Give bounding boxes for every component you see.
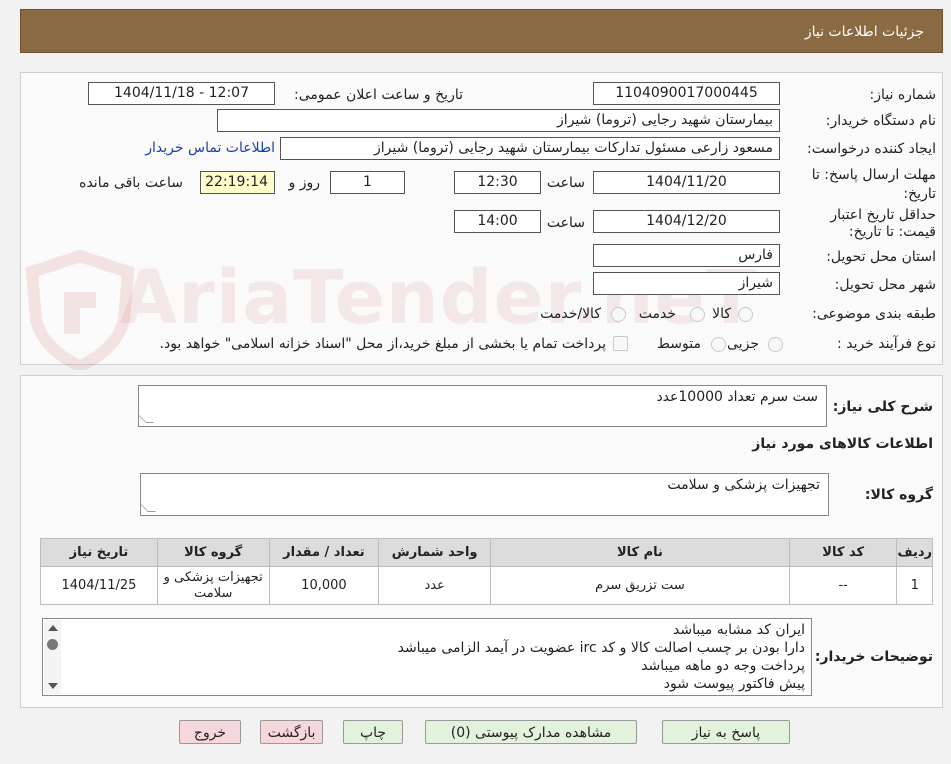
- category-option-goods-service: کالا/خدمت: [540, 306, 601, 322]
- buyer-contact-link[interactable]: اطلاعات تماس خریدار: [145, 140, 275, 156]
- province-label: استان محل تحویل:: [826, 249, 936, 265]
- cell-date: 1404/11/25: [40, 566, 158, 605]
- need-number-label: شماره نیاز:: [869, 87, 937, 103]
- category-option-goods: کالا: [712, 306, 731, 322]
- notes-line: دارا بودن بر چسب اصالت کالا و کد irc عضو…: [397, 640, 805, 656]
- scroll-down-icon[interactable]: [48, 683, 58, 689]
- category-radio-goods[interactable]: [738, 307, 753, 322]
- resize-grip-icon[interactable]: [140, 504, 156, 512]
- category-radio-goods-service[interactable]: [611, 307, 626, 322]
- validity-time-field: 14:00: [454, 210, 541, 233]
- group-field[interactable]: تجهیزات پزشکی و سلامت: [140, 473, 829, 516]
- summary-label: شرح کلی نیاز:: [832, 399, 933, 415]
- treasury-note: پرداخت تمام یا بخشی از مبلغ خرید،از محل …: [159, 336, 606, 352]
- validity-time-label: ساعت: [546, 215, 585, 231]
- attachments-button[interactable]: مشاهده مدارک پیوستی (0): [425, 720, 637, 744]
- validity-date-field: 1404/12/20: [593, 210, 780, 233]
- requester-label: ایجاد کننده درخواست:: [807, 141, 936, 157]
- scroll-up-icon[interactable]: [48, 625, 58, 631]
- process-radio-minor[interactable]: [768, 337, 783, 352]
- scroll-thumb[interactable]: [47, 639, 58, 650]
- process-option-minor: جزیی: [727, 336, 759, 352]
- days-field: 1: [330, 171, 405, 194]
- category-option-service: خدمت: [638, 306, 676, 322]
- category-radio-service[interactable]: [690, 307, 705, 322]
- resize-grip-icon[interactable]: [138, 415, 154, 423]
- announce-label: تاریخ و ساعت اعلان عمومی:: [294, 87, 463, 103]
- print-button[interactable]: چاپ: [343, 720, 403, 744]
- watermark: AriaTender.neT: [120, 255, 758, 341]
- category-label: طبقه بندی موضوعی:: [812, 306, 936, 322]
- buyer-org-label: نام دستگاه خریدار:: [825, 113, 936, 129]
- deadline-date-field: 1404/11/20: [593, 171, 780, 194]
- process-option-medium: متوسط: [657, 336, 701, 352]
- table-header-row: ردیف کد کالا نام کالا واحد شمارش تعداد /…: [40, 538, 933, 567]
- deadline-time-field: 12:30: [454, 171, 541, 194]
- treasury-checkbox[interactable]: [613, 336, 628, 351]
- requester-field: مسعود زارعی مسئول تدارکات بیمارستان شهید…: [280, 137, 780, 160]
- notes-line: پرداخت وجه دو ماهه میباشد: [641, 658, 805, 674]
- deadline-label: مهلت ارسال پاسخ: تا تاریخ:: [811, 167, 936, 202]
- cell-row: 1: [896, 566, 933, 605]
- notes-label: توضیحات خریدار:: [814, 649, 933, 665]
- process-radio-medium[interactable]: [711, 337, 726, 352]
- announce-datetime-field: 1404/11/18 - 12:07: [88, 82, 275, 105]
- col-row: ردیف: [896, 538, 933, 567]
- notes-scrollbar[interactable]: [44, 620, 61, 694]
- reply-button[interactable]: پاسخ به نیاز: [662, 720, 790, 744]
- city-label: شهر محل تحویل:: [834, 277, 936, 293]
- cell-unit: عدد: [378, 566, 492, 605]
- cell-name: ست تزریق سرم: [490, 566, 790, 605]
- goods-info-title: اطلاعات کالاهای مورد نیاز: [752, 436, 933, 452]
- back-button[interactable]: بازگشت: [260, 720, 323, 744]
- validity-label: حداقل تاریخ اعتبار قیمت: تا تاریخ:: [830, 207, 936, 240]
- notes-field[interactable]: ایران کد مشابه میباشد دارا بودن بر چسب ا…: [42, 618, 812, 696]
- items-table: ردیف کد کالا نام کالا واحد شمارش تعداد /…: [40, 538, 933, 605]
- cell-group: تجهیزات پزشکی و سلامت: [156, 566, 270, 605]
- exit-button[interactable]: خروج: [179, 720, 241, 744]
- col-unit: واحد شمارش: [378, 538, 492, 567]
- process-label: نوع فرآیند خرید :: [837, 336, 936, 352]
- buyer-org-field: بیمارستان شهید رجایی (تروما) شیراز: [217, 109, 780, 132]
- summary-field[interactable]: ست سرم تعداد 10000عدد: [138, 385, 827, 427]
- notes-line: ایران کد مشابه میباشد: [673, 622, 805, 638]
- remaining-label: ساعت باقی مانده: [79, 175, 183, 191]
- notes-line: پیش فاکتور پیوست شود: [663, 676, 805, 692]
- deadline-time-label: ساعت: [546, 175, 585, 191]
- need-number-field: 1104090017000445: [593, 82, 780, 105]
- col-qty: تعداد / مقدار: [268, 538, 380, 567]
- days-label: روز و: [288, 175, 321, 191]
- col-date: تاریخ نیاز: [40, 538, 158, 567]
- col-name: نام کالا: [490, 538, 790, 567]
- page-header: جزئیات اطلاعات نیاز: [20, 9, 943, 53]
- group-label: گروه کالا:: [864, 487, 933, 503]
- cell-qty: 10,000: [268, 566, 380, 605]
- col-group: گروه کالا: [156, 538, 270, 567]
- remaining-time-field: 22:19:14: [200, 171, 275, 194]
- city-field: شیراز: [593, 272, 780, 295]
- table-row[interactable]: 1 -- ست تزریق سرم عدد 10,000 تجهیزات پزش…: [40, 566, 933, 605]
- cell-code: --: [788, 566, 898, 605]
- page-title: جزئیات اطلاعات نیاز: [804, 24, 924, 40]
- province-field: فارس: [593, 244, 780, 267]
- col-code: کد کالا: [788, 538, 898, 567]
